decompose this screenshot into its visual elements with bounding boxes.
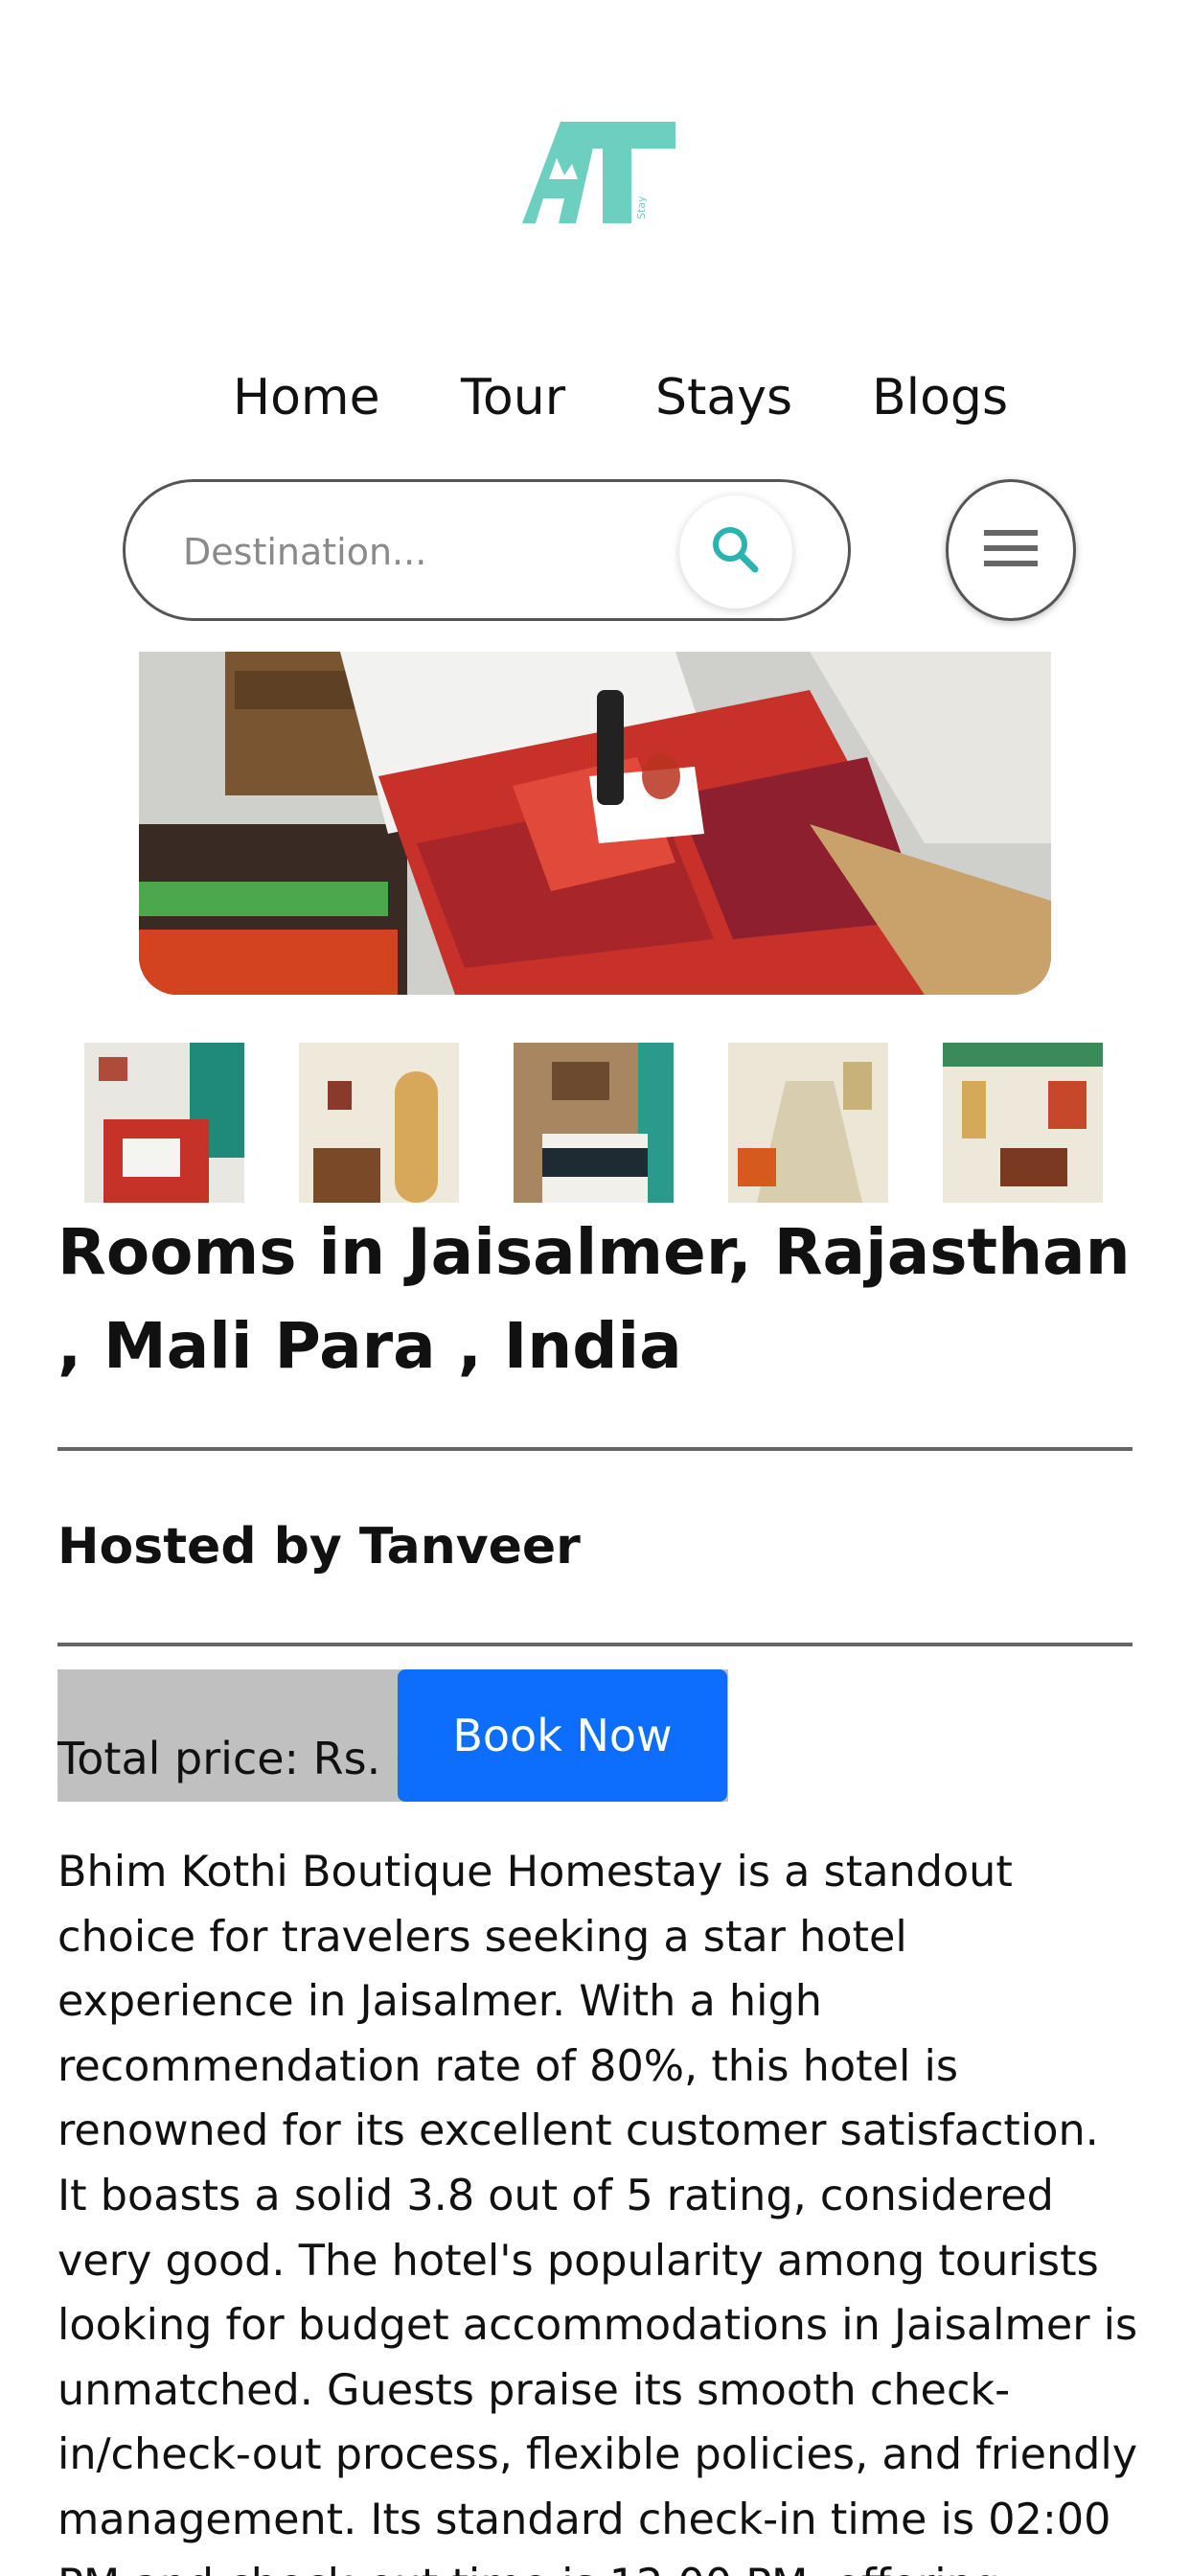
nav-tour[interactable]: Tour xyxy=(461,364,565,431)
book-now-button[interactable]: Book Now xyxy=(398,1669,727,1802)
listing-description: Bhim Kothi Boutique Homestay is a stando… xyxy=(57,1848,1138,2576)
gallery-thumbnail[interactable] xyxy=(514,1043,674,1203)
gallery-thumbnail[interactable] xyxy=(84,1043,244,1203)
svg-text:Stay: Stay xyxy=(635,196,648,219)
total-price: Total price: Rs. 0 xyxy=(57,1733,423,1784)
destination-search-input[interactable] xyxy=(183,520,681,584)
listing-title: Rooms in Jaisalmer, Rajasthan , Mali Par… xyxy=(57,1215,1131,1383)
search-bar xyxy=(123,479,851,621)
gallery-thumbnail[interactable] xyxy=(943,1043,1103,1203)
nav-blogs[interactable]: Blogs xyxy=(872,364,1008,431)
menu-button[interactable] xyxy=(946,479,1076,621)
host-name: Hosted by Tanveer xyxy=(57,1518,581,1576)
nav-stays[interactable]: Stays xyxy=(655,364,792,431)
search-button[interactable] xyxy=(679,495,792,609)
gallery-thumbnail[interactable] xyxy=(299,1043,459,1203)
brand-logo[interactable]: Stay xyxy=(522,120,675,225)
divider xyxy=(57,1643,1133,1646)
gallery-thumbnail[interactable] xyxy=(728,1043,888,1203)
nav-home[interactable]: Home xyxy=(233,364,380,431)
main-nav: Home Tour Stays Blogs xyxy=(0,364,1190,431)
divider xyxy=(57,1447,1133,1451)
hamburger-menu-icon xyxy=(982,524,1040,576)
hero-room-image[interactable] xyxy=(139,652,1051,995)
search-icon xyxy=(707,521,765,583)
